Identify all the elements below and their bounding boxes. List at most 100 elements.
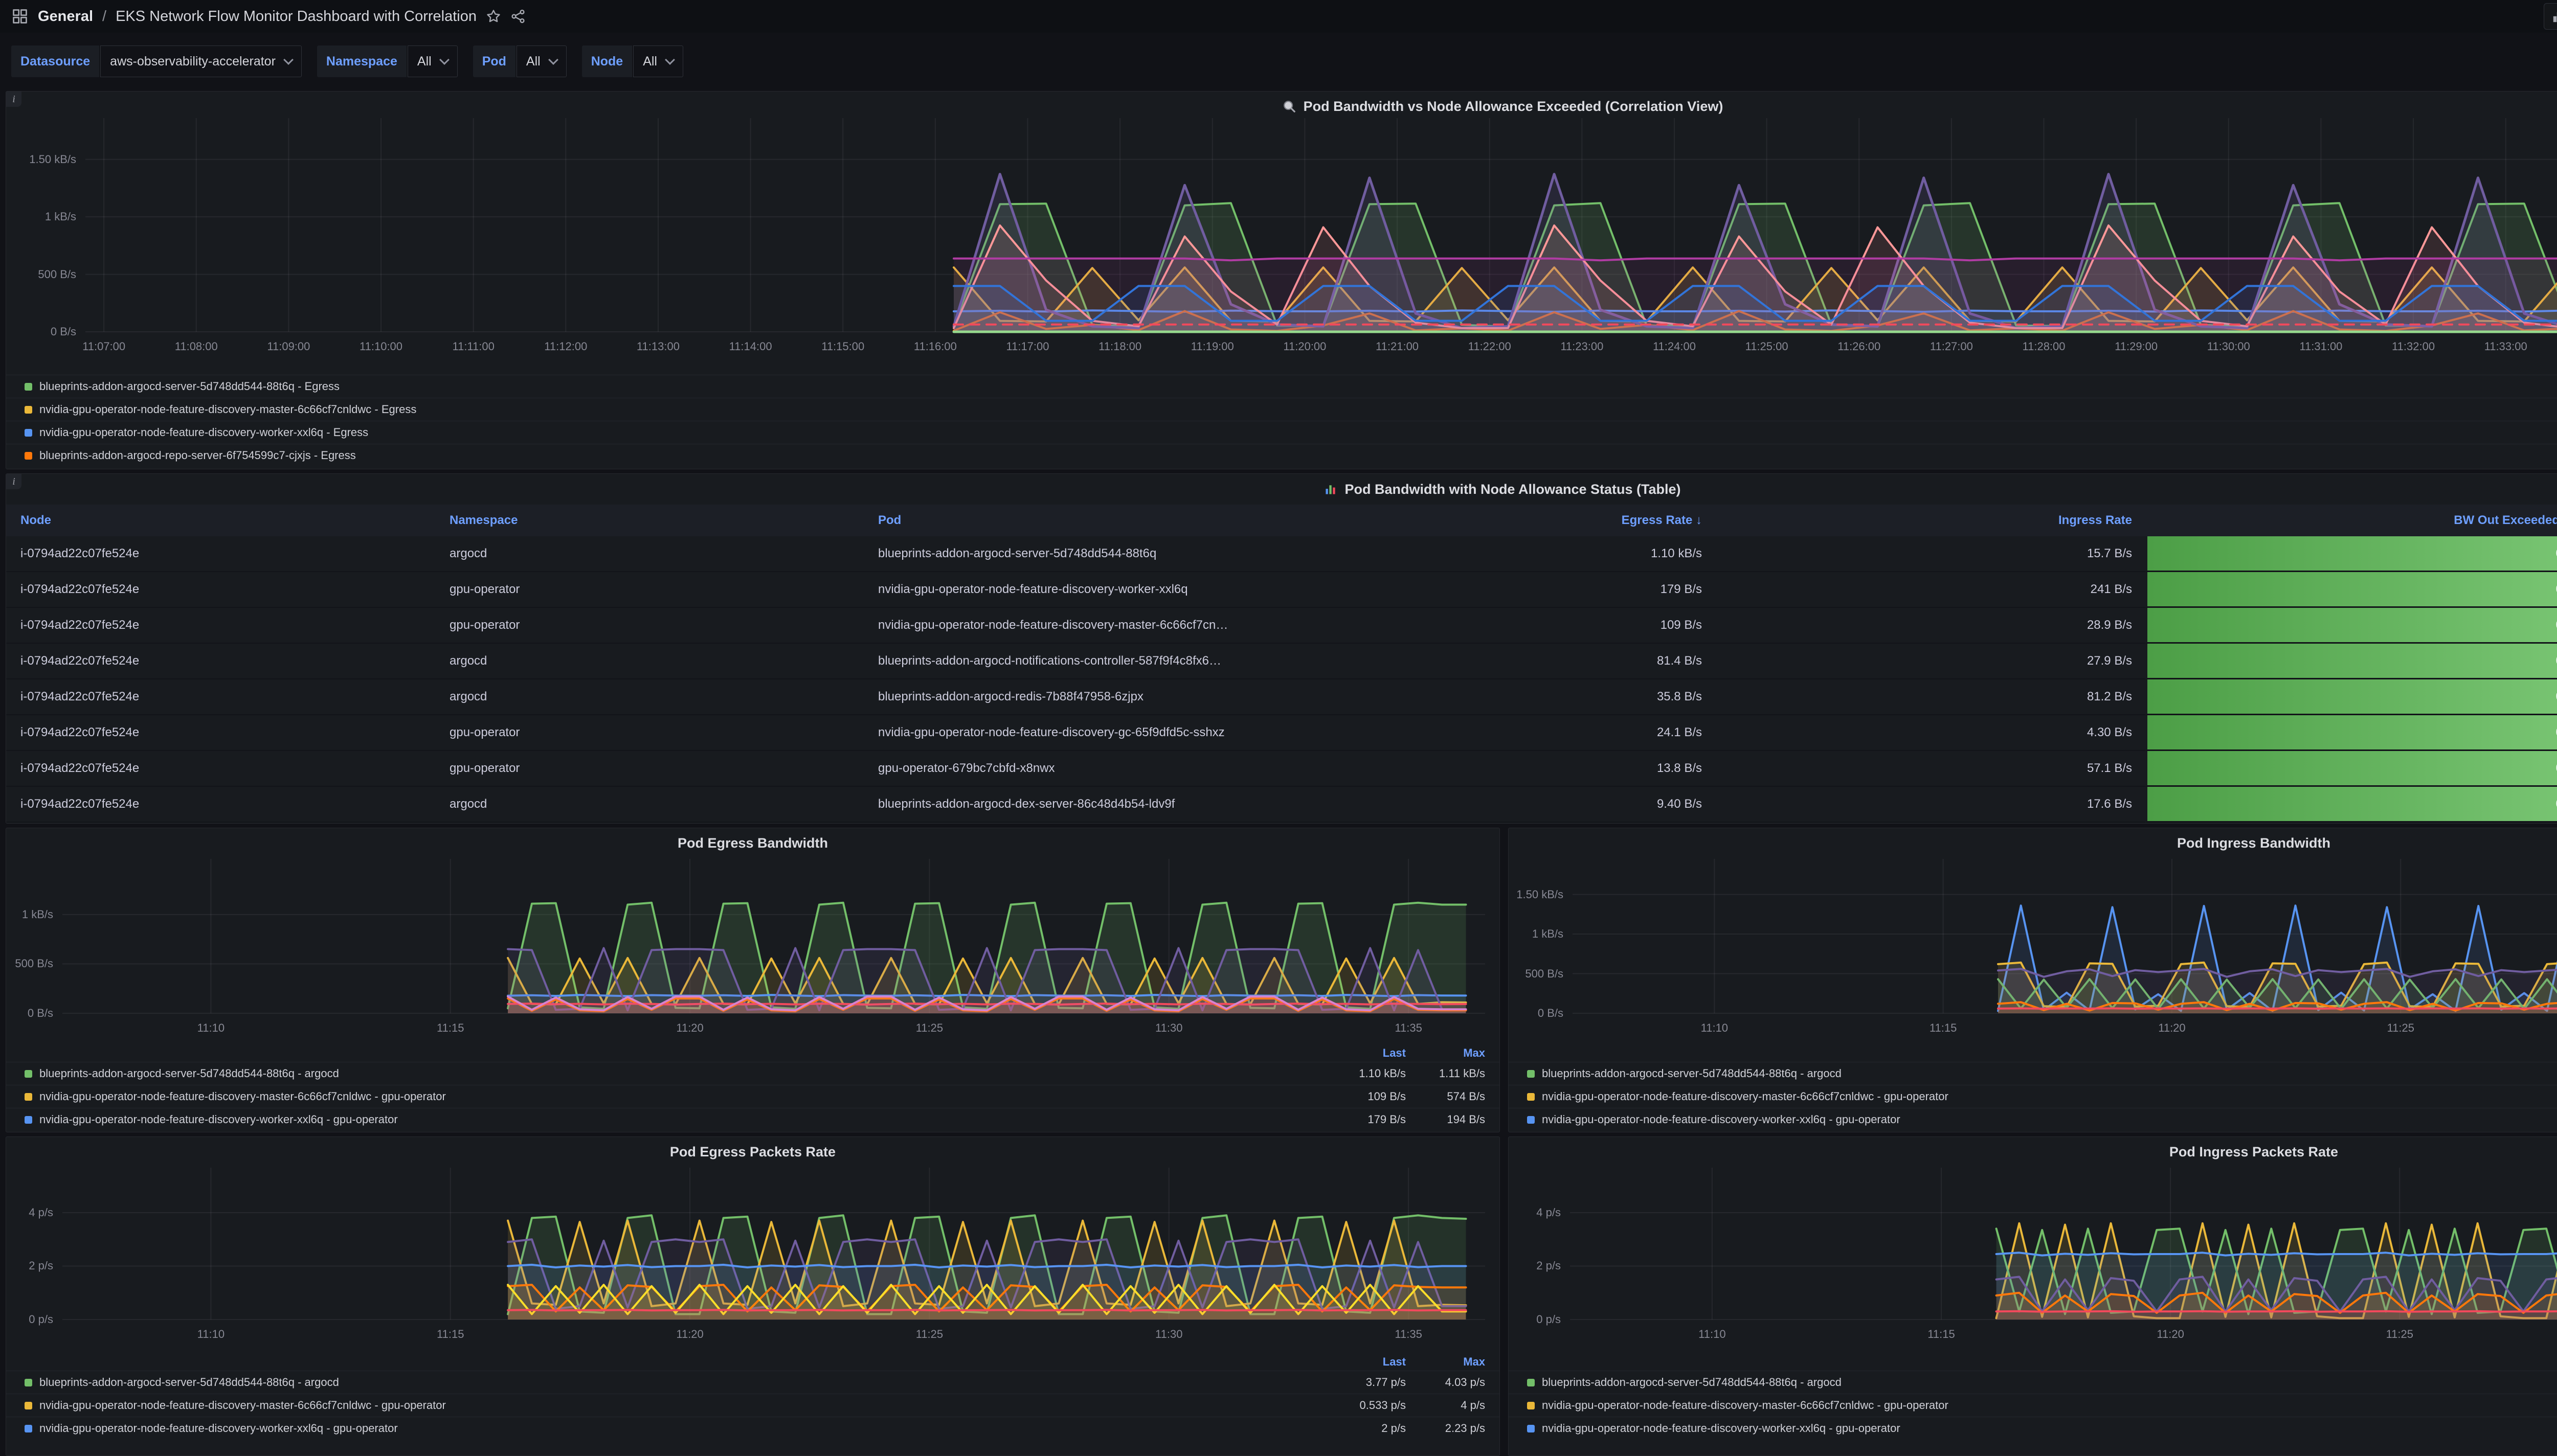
table-cell: argocd [435, 536, 864, 572]
series-label[interactable]: blueprints-addon-argocd-server-5d748dd54… [39, 380, 340, 393]
table-cell: 0 [2145, 536, 2557, 572]
node-dropdown[interactable]: All [633, 46, 683, 77]
panel-title[interactable]: Pod Egress Bandwidth [6, 828, 1499, 858]
series-color-swatch [25, 452, 32, 460]
table-cell: i-0794ad22c07fe524e [6, 608, 435, 644]
series-label[interactable]: blueprints-addon-argocd-server-5d748dd54… [1542, 1376, 1842, 1389]
series-label[interactable]: nvidia-gpu-operator-node-feature-discove… [1542, 1422, 1900, 1435]
legend-stat-header[interactable]: Last [1329, 1046, 1406, 1060]
series-label[interactable]: nvidia-gpu-operator-node-feature-discove… [39, 426, 368, 439]
table-cell: argocd [435, 644, 864, 679]
panel-info-icon[interactable]: i [6, 474, 21, 489]
series-label[interactable]: nvidia-gpu-operator-node-feature-discove… [39, 1422, 398, 1435]
table-cell: blueprints-addon-argocd-dex-server-86c48… [864, 787, 1294, 823]
legend-stat-header[interactable]: Max [1406, 1046, 1485, 1060]
legend-stat-value: 1.11 kB/s [1406, 1067, 1485, 1080]
table-cell: 57.1 B/s [1715, 751, 2145, 787]
table-cell: 0 [2145, 608, 2557, 644]
datasource-dropdown[interactable]: aws-observability-accelerator [100, 46, 302, 77]
star-icon[interactable] [486, 9, 501, 24]
dashboard-title[interactable]: EKS Network Flow Monitor Dashboard with … [116, 8, 477, 25]
series-color-swatch [1527, 1116, 1535, 1124]
panel-title[interactable]: Pod Egress Packets Rate [6, 1137, 1499, 1167]
table-cell: nvidia-gpu-operator-node-feature-discove… [864, 608, 1294, 644]
x-axis-label: 11:16:00 [914, 340, 957, 353]
x-axis-label: 11:21:00 [1376, 340, 1419, 353]
x-axis-label: 11:20 [676, 1021, 703, 1035]
table-cell: 1.10 kB/s [1294, 536, 1715, 572]
x-axis-label: 11:19:00 [1191, 340, 1234, 353]
legend-row[interactable]: nvidia-gpu-operator-node-feature-discove… [6, 1417, 1499, 1440]
pod-dropdown[interactable]: All [517, 46, 567, 77]
x-axis-label: 11:15 [1930, 1021, 1957, 1035]
legend-row[interactable]: blueprints-addon-argocd-server-5d748dd54… [1509, 1371, 2557, 1394]
series-label[interactable]: blueprints-addon-argocd-server-5d748dd54… [39, 1376, 339, 1389]
variables-bar: Datasource aws-observability-accelerator… [0, 33, 2557, 90]
table-row: i-0794ad22c07fe524eargocdblueprints-addo… [6, 644, 2557, 679]
table-column-header[interactable]: Node [6, 513, 435, 528]
legend-row[interactable]: nvidia-gpu-operator-node-feature-discove… [6, 1085, 1499, 1108]
table-column-header[interactable]: Egress Rate ↓ [1294, 513, 1715, 528]
grafana-dashboard: General / EKS Network Flow Monitor Dashb… [0, 0, 2557, 1456]
series-label[interactable]: nvidia-gpu-operator-node-feature-discove… [39, 403, 416, 416]
legend-row[interactable]: nvidia-gpu-operator-node-feature-discove… [6, 421, 2557, 444]
legend-stat-header[interactable]: Last [1329, 1355, 1406, 1369]
series-label[interactable]: nvidia-gpu-operator-node-feature-discove… [1542, 1399, 1948, 1412]
y-axis-label: 4 p/s [1509, 1206, 1561, 1219]
table-column-header[interactable]: BW Out Exceeded [2145, 513, 2557, 528]
x-axis-label: 11:11:00 [452, 340, 494, 353]
series-label[interactable]: blueprints-addon-argocd-server-5d748dd54… [1542, 1067, 1842, 1080]
breadcrumb-folder[interactable]: General [38, 8, 93, 25]
panel-title[interactable]: Pod Bandwidth vs Node Allowance Exceeded… [6, 92, 2557, 121]
series-label[interactable]: nvidia-gpu-operator-node-feature-discove… [1542, 1113, 1900, 1126]
table-column-header[interactable]: Ingress Rate [1715, 513, 2145, 528]
namespace-dropdown[interactable]: All [408, 46, 458, 77]
legend-row[interactable]: nvidia-gpu-operator-node-feature-discove… [6, 1108, 1499, 1131]
legend-row[interactable]: nvidia-gpu-operator-node-feature-discove… [1509, 1394, 2557, 1417]
panel-title[interactable]: Pod Ingress Packets Rate [1509, 1137, 2557, 1167]
table-cell: gpu-operator-679bc7cbfd-x8nwx [864, 751, 1294, 787]
series-label[interactable]: nvidia-gpu-operator-node-feature-discove… [1542, 1090, 1948, 1103]
panel-title[interactable]: Pod Ingress Bandwidth [1509, 828, 2557, 858]
panel-title[interactable]: Pod Bandwidth with Node Allowance Status… [6, 474, 2557, 505]
legend-row[interactable]: blueprints-addon-argocd-server-5d748dd54… [6, 1062, 1499, 1085]
legend-row[interactable]: blueprints-addon-argocd-server-5d748dd54… [1509, 1062, 2557, 1085]
series-label[interactable]: blueprints-addon-argocd-repo-server-6f75… [39, 449, 356, 462]
series-label[interactable]: blueprints-addon-argocd-server-5d748dd54… [39, 1067, 339, 1080]
dashboards-grid-icon[interactable] [11, 8, 29, 25]
table-column-header[interactable]: Namespace [435, 513, 864, 528]
bandwidth-table: NodeNamespacePodEgress Rate ↓Ingress Rat… [6, 505, 2557, 823]
table-row: i-0794ad22c07fe524eargocdblueprints-addo… [6, 536, 2557, 572]
series-label[interactable]: nvidia-gpu-operator-node-feature-discove… [39, 1113, 398, 1126]
legend-row[interactable]: nvidia-gpu-operator-node-feature-discove… [1509, 1085, 2557, 1108]
legend-row[interactable]: nvidia-gpu-operator-node-feature-discove… [1509, 1108, 2557, 1131]
bar-chart-icon [1324, 483, 1337, 496]
legend-row[interactable]: nvidia-gpu-operator-node-feature-discove… [1509, 1417, 2557, 1440]
y-axis-label: 500 B/s [6, 268, 76, 281]
legend-row[interactable]: blueprints-addon-argocd-server-5d748dd54… [6, 375, 2557, 398]
series-label[interactable]: nvidia-gpu-operator-node-feature-discove… [39, 1090, 446, 1103]
y-axis-label: 2 p/s [6, 1259, 53, 1272]
table-cell: 0 [2145, 679, 2557, 715]
y-axis-label: 0 B/s [1509, 1007, 1563, 1020]
table-cell: 9.40 B/s [1294, 787, 1715, 823]
table-column-header[interactable]: Pod [864, 513, 1294, 528]
x-axis-label: 11:15:00 [821, 340, 864, 353]
variable-namespace: Namespace All [317, 46, 458, 77]
legend-stat-header[interactable]: Max [1406, 1355, 1485, 1369]
legend-row[interactable]: blueprints-addon-argocd-server-5d748dd54… [6, 1371, 1499, 1394]
legend-row[interactable]: nvidia-gpu-operator-node-feature-discove… [6, 398, 2557, 421]
legend-row[interactable]: blueprints-addon-argocd-repo-server-6f75… [6, 444, 2557, 467]
series-color-swatch [25, 1402, 32, 1409]
share-icon[interactable] [510, 9, 526, 24]
y-axis-label: 1.50 kB/s [6, 153, 76, 166]
legend-stat-value: 194 B/s [1406, 1113, 1485, 1126]
table-row: i-0794ad22c07fe524egpu-operatornvidia-gp… [6, 608, 2557, 644]
variable-label: Node [582, 46, 633, 77]
x-axis-label: 11:25:00 [1745, 340, 1788, 353]
panel-info-icon[interactable]: i [6, 92, 21, 107]
series-label[interactable]: nvidia-gpu-operator-node-feature-discove… [39, 1399, 446, 1412]
add-panel-button[interactable] [2544, 3, 2557, 30]
series-color-swatch [25, 1379, 32, 1386]
legend-row[interactable]: nvidia-gpu-operator-node-feature-discove… [6, 1394, 1499, 1417]
